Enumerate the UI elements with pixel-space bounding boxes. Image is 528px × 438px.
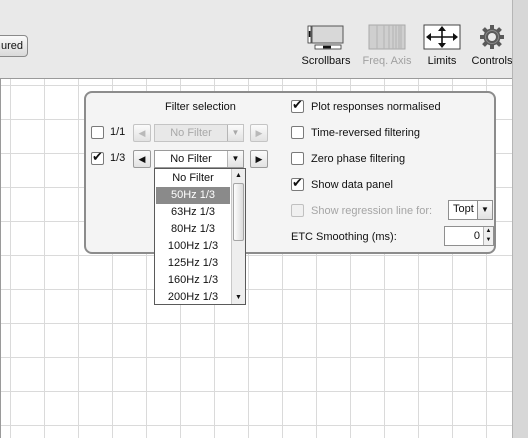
- filter-1-1-checkbox[interactable]: [91, 126, 104, 139]
- regression-label: Show regression line for:: [311, 205, 433, 217]
- filter-option[interactable]: 125Hz 1/3: [156, 255, 230, 272]
- filter-option[interactable]: No Filter: [156, 170, 230, 187]
- scroll-up-icon[interactable]: ▲: [232, 169, 245, 182]
- controls-panel: Filter selection 1/1 ◀ No Filter ▼ ▶ 1/3…: [84, 91, 496, 254]
- time-reversed-checkbox[interactable]: [291, 126, 304, 139]
- measured-button[interactable]: ured: [0, 35, 28, 57]
- etc-smoothing-label: ETC Smoothing (ms):: [291, 231, 397, 243]
- show-data-panel-label: Show data panel: [311, 179, 393, 191]
- filter-1-3-next-button[interactable]: ▶: [250, 150, 268, 168]
- right-scroll-strip[interactable]: [512, 0, 528, 438]
- spin-down-icon[interactable]: ▼: [483, 236, 493, 245]
- filter-1-3-prev-button[interactable]: ◀: [133, 150, 151, 168]
- regression-checkbox[interactable]: [291, 204, 304, 217]
- show-data-panel-checkbox[interactable]: [291, 175, 304, 191]
- filter-1-1-label: 1/1: [110, 126, 126, 138]
- filter-1-3-checkbox[interactable]: [91, 149, 104, 165]
- regression-value: Topt: [453, 203, 474, 215]
- filter-option[interactable]: 200Hz 1/3: [156, 289, 230, 306]
- zero-phase-label: Zero phase filtering: [311, 153, 406, 165]
- freq-axis-icon: [368, 24, 406, 53]
- filter-1-3-select[interactable]: No Filter ▼: [154, 150, 244, 168]
- filter-1-1-prev-button[interactable]: ◀: [133, 124, 151, 142]
- chevron-down-icon: ▼: [227, 125, 243, 141]
- filter-1-1-next-button[interactable]: ▶: [250, 124, 268, 142]
- filter-dropdown-list[interactable]: No Filter 50Hz 1/3 63Hz 1/3 80Hz 1/3 100…: [154, 168, 246, 305]
- dropdown-scrollbar[interactable]: ▲ ▼: [231, 169, 245, 304]
- filter-option[interactable]: 100Hz 1/3: [156, 238, 230, 255]
- etc-smoothing-spinner[interactable]: 0 ▲ ▼: [444, 226, 494, 246]
- chevron-down-icon: ▼: [227, 151, 243, 167]
- etc-smoothing-value: 0: [473, 230, 480, 242]
- filter-1-3-label: 1/3: [110, 152, 126, 164]
- plot-left-border: [0, 78, 1, 438]
- filter-1-1-select[interactable]: No Filter ▼: [154, 124, 244, 142]
- filter-1-1-value: No Filter: [170, 127, 212, 139]
- filter-option[interactable]: 80Hz 1/3: [156, 221, 230, 238]
- filter-1-3-value: No Filter: [170, 153, 212, 165]
- scrollbars-icon: [307, 24, 345, 53]
- toolbar: ured Scrollbars Freq. Axis Limits Contro…: [0, 0, 528, 78]
- filter-option-highlighted[interactable]: 50Hz 1/3: [156, 187, 230, 204]
- regression-select[interactable]: Topt ▼: [448, 200, 493, 220]
- filter-option[interactable]: 63Hz 1/3: [156, 204, 230, 221]
- time-reversed-label: Time-reversed filtering: [311, 127, 421, 139]
- zero-phase-checkbox[interactable]: [291, 152, 304, 165]
- scroll-down-icon[interactable]: ▼: [232, 291, 245, 304]
- scrollbar-thumb[interactable]: [233, 183, 244, 241]
- chevron-down-icon: ▼: [477, 201, 492, 219]
- limits-arrows-icon: [423, 24, 461, 53]
- gear-icon: [479, 24, 505, 53]
- plot-normalised-checkbox[interactable]: [291, 97, 304, 113]
- filter-option[interactable]: 160Hz 1/3: [156, 272, 230, 289]
- spin-up-icon[interactable]: ▲: [483, 227, 493, 236]
- filter-options-list: No Filter 50Hz 1/3 63Hz 1/3 80Hz 1/3 100…: [155, 169, 231, 304]
- plot-normalised-label: Plot responses normalised: [311, 101, 441, 113]
- filter-selection-heading: Filter selection: [165, 101, 236, 113]
